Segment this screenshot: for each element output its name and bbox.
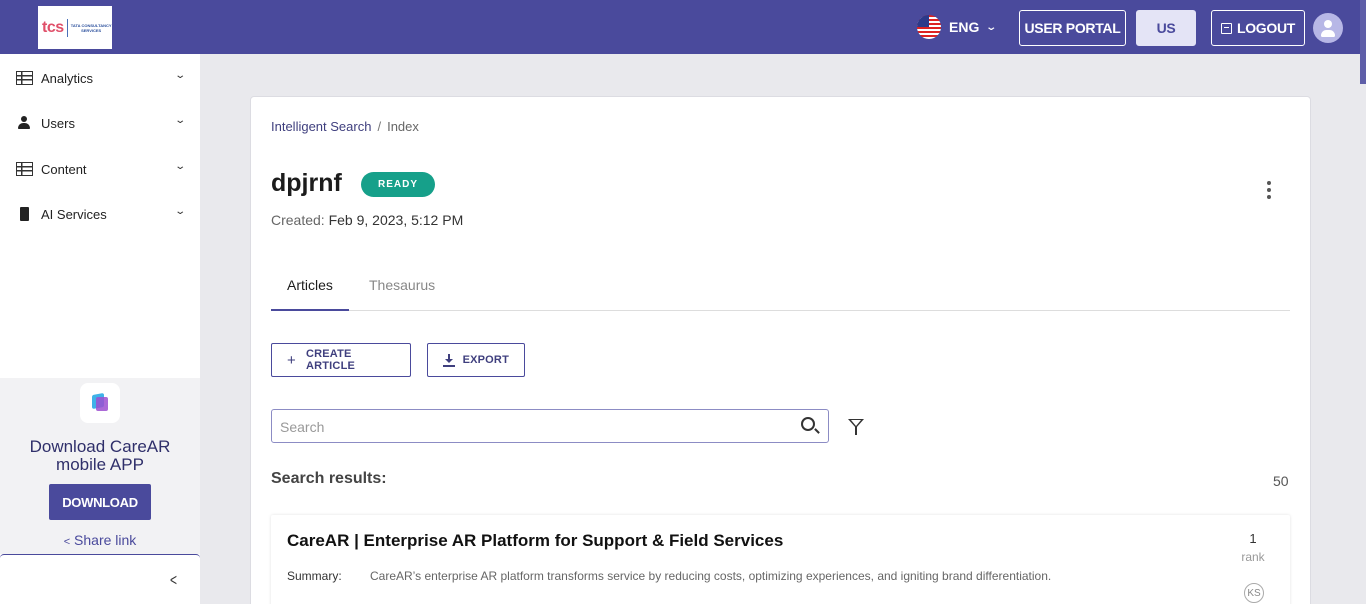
created-label: Created: — [271, 212, 325, 228]
summary-text: CareAR’s enterprise AR platform transfor… — [370, 569, 1052, 583]
promo-title-line2: mobile APP — [56, 455, 144, 474]
chevron-down-icon: ⌄ — [173, 206, 186, 217]
share-link[interactable]: < Share link — [0, 532, 200, 548]
logo-company: TATA CONSULTANCY SERVICES — [70, 22, 112, 33]
sidebar-item-label: Analytics — [41, 70, 94, 86]
breadcrumb-separator: / — [377, 119, 382, 134]
page-scrollbar[interactable] — [1360, 0, 1366, 84]
logo-brand: tcs — [42, 18, 64, 36]
tab-thesaurus[interactable]: Thesaurus — [353, 277, 451, 311]
result-title[interactable]: CareAR | Enterprise AR Platform for Supp… — [287, 531, 783, 551]
tab-articles[interactable]: Articles — [271, 277, 349, 311]
index-card: Intelligent Search / Index dpjrnf READY Cr… — [250, 96, 1311, 604]
sidebar-item-ai-services[interactable]: AI Services ⌄ — [16, 202, 188, 226]
chevron-left-icon: < — [170, 570, 178, 590]
filter-icon-inner — [851, 420, 861, 426]
share-icon: < — [63, 536, 71, 548]
collapse-sidebar-button[interactable]: < — [0, 554, 200, 604]
us-flag-icon — [917, 15, 941, 39]
table-icon — [16, 71, 33, 85]
breadcrumb-current: Index — [387, 119, 419, 134]
tcs-logo[interactable]: tcs TATA CONSULTANCY SERVICES — [38, 6, 112, 49]
logout-label: LOGOUT — [1236, 20, 1296, 36]
language-selector[interactable]: ENG ⌄ — [917, 15, 998, 39]
chip-icon — [20, 207, 29, 221]
promo-title-line1: Download CareAR — [29, 437, 171, 456]
chevron-down-icon: ⌄ — [173, 115, 186, 126]
result-card[interactable]: CareAR | Enterprise AR Platform for Supp… — [271, 515, 1290, 604]
avatar[interactable] — [1313, 13, 1343, 43]
tab-bar: Articles Thesaurus — [271, 277, 1290, 311]
page-title: dpjrnf — [271, 169, 342, 197]
chevron-down-icon: ⌄ — [173, 70, 186, 81]
sidebar-item-analytics[interactable]: Analytics ⌄ — [16, 66, 188, 90]
summary-label: Summary: — [287, 569, 342, 583]
share-link-label: Share link — [74, 532, 137, 548]
breadcrumb: Intelligent Search / Index — [271, 119, 419, 134]
search-box — [271, 409, 829, 443]
result-rank: 1 — [1249, 531, 1257, 546]
sidebar-item-users[interactable]: Users ⌄ — [16, 111, 188, 135]
created-value: Feb 9, 2023, 5:12 PM — [328, 212, 464, 228]
results-label: Search results: — [271, 470, 387, 487]
region-button[interactable]: US — [1136, 10, 1196, 46]
chevron-down-icon: ⌄ — [173, 161, 186, 172]
search-input[interactable] — [280, 416, 780, 438]
create-article-label: CREATE ARTICLE — [305, 348, 356, 372]
promo-title: Download CareAR mobile APP — [0, 438, 200, 474]
more-options-icon[interactable] — [1267, 181, 1271, 199]
language-label: ENG — [949, 19, 980, 35]
logout-icon — [1220, 22, 1232, 34]
sidebar-item-label: AI Services — [41, 206, 107, 222]
created-info: Created: Feb 9, 2023, 5:12 PM — [271, 212, 463, 228]
download-button[interactable]: DOWNLOAD — [49, 484, 151, 520]
source-badge: KS — [1244, 583, 1264, 603]
export-label: EXPORT — [462, 354, 509, 366]
app-promo: Download CareAR mobile APP DOWNLOAD < Sh… — [0, 378, 200, 554]
results-count: 50 — [1273, 473, 1289, 489]
users-icon — [16, 116, 33, 130]
export-button[interactable]: EXPORT — [427, 343, 525, 377]
result-rank-label: rank — [1241, 550, 1265, 564]
logout-button[interactable]: LOGOUT — [1211, 10, 1305, 46]
top-bar: tcs TATA CONSULTANCY SERVICES ENG ⌄ USER… — [0, 0, 1366, 54]
carear-app-icon — [80, 383, 120, 423]
breadcrumb-root[interactable]: Intelligent Search — [271, 119, 371, 134]
status-badge: READY — [361, 172, 436, 197]
logo-divider — [66, 18, 68, 37]
create-article-button[interactable]: + CREATE ARTICLE — [271, 343, 411, 377]
search-icon[interactable] — [801, 417, 815, 431]
user-portal-button[interactable]: USER PORTAL — [1019, 10, 1126, 46]
sidebar-item-content[interactable]: Content ⌄ — [16, 157, 188, 181]
sidebar-item-label: Content — [41, 161, 87, 177]
download-icon — [443, 353, 455, 367]
sidebar-item-label: Users — [41, 115, 75, 131]
chevron-down-icon: ⌄ — [985, 21, 998, 33]
table-icon — [16, 162, 33, 176]
plus-icon: + — [287, 351, 296, 369]
